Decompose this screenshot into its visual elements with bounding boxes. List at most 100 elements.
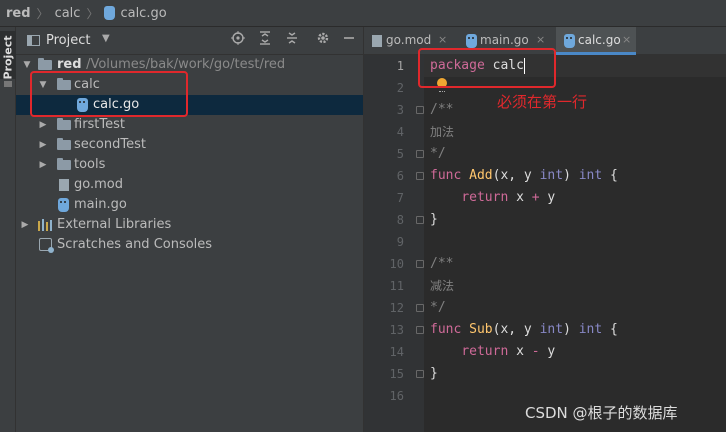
code-text: { — [602, 322, 618, 337]
code-keyword: func — [430, 322, 462, 337]
code-type: int — [578, 168, 603, 183]
fold-icon[interactable] — [416, 216, 424, 224]
close-icon[interactable]: × — [438, 33, 447, 46]
tool-window-strip: Project — [0, 27, 16, 432]
tab-calc-go[interactable]: calc.go × — [556, 27, 636, 55]
code-function-name: Sub — [469, 322, 493, 337]
go-file-icon — [104, 6, 116, 20]
caret-down-icon[interactable]: ▼ — [102, 33, 110, 44]
line-number: 4 — [396, 125, 404, 139]
gear-icon[interactable] — [313, 31, 333, 51]
close-icon[interactable]: × — [536, 33, 545, 46]
tree-item-label: firstTest — [74, 117, 126, 132]
code-text: x — [508, 344, 532, 359]
code-line-12[interactable]: */ — [430, 297, 446, 319]
code-line-14[interactable]: return x - y — [430, 341, 555, 363]
fold-icon[interactable] — [416, 106, 424, 114]
line-number: 12 — [389, 301, 404, 315]
project-tool-tab[interactable]: Project — [0, 31, 16, 80]
code-text: x — [508, 190, 532, 205]
tree-item-label: go.mod — [74, 177, 123, 192]
line-number: 2 — [396, 81, 404, 95]
fold-icon[interactable] — [416, 150, 424, 158]
line-number: 8 — [396, 213, 404, 227]
line-number: 11 — [389, 279, 404, 293]
tree-item-firsttest[interactable]: ▶ firstTest — [16, 115, 363, 135]
library-icon — [38, 219, 52, 231]
breadcrumb-separator: 〉 — [36, 6, 49, 21]
code-line-7[interactable]: return x + y — [430, 187, 555, 209]
tree-item-label: External Libraries — [57, 217, 172, 232]
line-number: 6 — [396, 169, 404, 183]
code-line-5[interactable]: */ — [430, 143, 446, 165]
collapse-all-icon[interactable] — [282, 31, 302, 51]
code-text: (x, y — [492, 168, 540, 183]
code-text: y — [539, 190, 556, 205]
code-line-8[interactable]: } — [430, 209, 438, 231]
project-title[interactable]: Project — [46, 33, 90, 48]
line-number: 13 — [389, 323, 404, 337]
code-operator: + — [531, 190, 540, 205]
minimize-icon[interactable] — [339, 31, 359, 51]
code-comment: /** — [430, 102, 454, 117]
chevron-right-icon[interactable]: ▶ — [38, 115, 48, 135]
code-line-15[interactable]: } — [430, 363, 438, 385]
code-comment: 减法 — [430, 279, 455, 293]
tree-item-label: main.go — [74, 197, 127, 212]
breadcrumb-file[interactable]: calc.go — [120, 6, 166, 21]
scratches-icon — [39, 238, 54, 253]
tree-item-external-libraries[interactable]: ▶ External Libraries — [16, 215, 363, 235]
breadcrumb-separator: 〉 — [86, 6, 99, 21]
line-number: 1 — [396, 59, 404, 73]
code-line-13[interactable]: func Sub(x, y int) int { — [430, 319, 618, 341]
project-header: Project ▼ — [16, 27, 363, 55]
line-number: 7 — [396, 191, 404, 205]
crosshair-icon[interactable] — [228, 31, 248, 51]
tree-item-tools[interactable]: ▶ tools — [16, 155, 363, 175]
mod-file-icon — [59, 179, 69, 191]
chevron-right-icon[interactable]: ▶ — [38, 155, 48, 175]
code-keyword: func — [430, 168, 462, 183]
code-comment: 加法 — [430, 125, 455, 139]
project-window-icon — [27, 35, 40, 46]
code-text: } — [430, 366, 438, 381]
breadcrumb-project[interactable]: red — [6, 6, 31, 21]
fold-icon[interactable] — [416, 304, 424, 312]
line-number: 10 — [389, 257, 404, 271]
tree-item-label: tools — [74, 157, 106, 172]
code-line-11[interactable]: 减法 — [430, 275, 454, 297]
line-number: 3 — [396, 103, 404, 117]
go-file-icon — [58, 198, 69, 212]
fold-icon[interactable] — [416, 260, 424, 268]
tree-item-scratches[interactable]: Scratches and Consoles — [16, 235, 363, 255]
code-keyword: return — [461, 190, 509, 205]
breadcrumb-folder[interactable]: calc — [55, 6, 81, 21]
annotation-box-package — [418, 48, 556, 88]
structure-icon[interactable] — [4, 81, 12, 87]
fold-icon[interactable] — [416, 326, 424, 334]
chevron-right-icon[interactable]: ▶ — [20, 215, 30, 235]
code-text: ) — [563, 168, 579, 183]
code-line-10[interactable]: /** — [430, 253, 453, 275]
go-file-icon — [466, 34, 477, 48]
expand-all-icon[interactable] — [255, 31, 275, 51]
tree-item-path: /Volumes/bak/work/go/test/red — [86, 57, 286, 72]
tree-item-secondtest[interactable]: ▶ secondTest — [16, 135, 363, 155]
fold-icon[interactable] — [416, 172, 424, 180]
code-text: y — [539, 344, 556, 359]
tree-item-main-go[interactable]: main.go — [16, 195, 363, 215]
annotation-box-folder — [30, 71, 188, 117]
code-line-3[interactable]: /** — [430, 99, 453, 121]
line-number: 16 — [389, 389, 404, 403]
code-line-6[interactable]: func Add(x, y int) int { — [430, 165, 618, 187]
folder-icon — [57, 158, 71, 170]
watermark: CSDN @根子的数据库 — [525, 404, 678, 422]
code-comment: */ — [430, 300, 446, 315]
code-line-4[interactable]: 加法 — [430, 121, 454, 143]
close-icon[interactable]: × — [622, 33, 631, 46]
tree-item-go-mod[interactable]: go.mod — [16, 175, 363, 195]
line-number: 15 — [389, 367, 404, 381]
folder-icon — [57, 118, 71, 130]
fold-icon[interactable] — [416, 370, 424, 378]
chevron-right-icon[interactable]: ▶ — [38, 135, 48, 155]
